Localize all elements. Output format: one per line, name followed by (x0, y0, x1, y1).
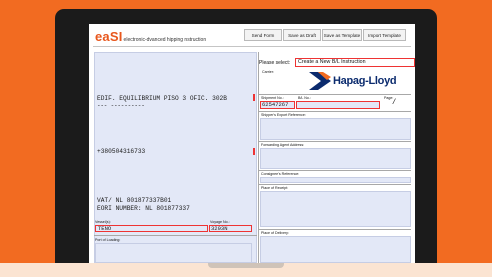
laptop-notch (208, 263, 284, 268)
carrier-name: Hapag-Lloyd (333, 75, 397, 87)
shipper-export-input[interactable] (260, 118, 411, 140)
forwarding-agent-input[interactable] (260, 148, 411, 169)
vessel-label: Vessel(s): (95, 220, 111, 224)
page-value: / (392, 99, 397, 107)
forwarding-agent-label: Forwarding Agent Address: (261, 143, 305, 147)
port-of-loading-input[interactable] (95, 243, 252, 263)
shipper-phone: +380504316733 (97, 148, 146, 155)
divider (259, 229, 411, 230)
select-label: Please select: (259, 60, 291, 66)
port-of-loading-label: Port of Loading: (95, 238, 121, 242)
hapag-lloyd-logo-icon (309, 72, 331, 90)
header-divider (93, 46, 411, 47)
bl-no-input[interactable] (296, 101, 380, 109)
divider (259, 111, 411, 112)
screen: eaSI electronic-dvanced hipping nstructi… (89, 24, 415, 263)
divider (259, 141, 411, 142)
save-template-button[interactable]: Save as Template (322, 29, 362, 41)
column-divider (258, 52, 259, 263)
save-draft-button[interactable]: Save as Draft (283, 29, 321, 41)
shipper-vat: VAT/ NL 801877337B01 (97, 197, 172, 204)
send-form-button[interactable]: Send Form (244, 29, 282, 41)
divider (94, 235, 257, 236)
divider (259, 94, 411, 95)
place-of-delivery-input[interactable] (260, 236, 411, 263)
shipment-no-input[interactable]: 62547267 (260, 101, 295, 109)
shipper-address-line2: --- ---------- (97, 102, 145, 109)
vessel-input[interactable]: TENO (95, 225, 208, 232)
voyage-input[interactable]: 3203N (209, 225, 252, 232)
required-marker (253, 148, 255, 155)
required-marker (253, 94, 255, 101)
app-logo: eaSI electronic-dvanced hipping nstructi… (95, 29, 206, 45)
shipment-no-label: Shipment No.: (261, 96, 284, 100)
divider (259, 184, 411, 185)
place-of-receipt-label: Place of Receipt: (261, 186, 289, 190)
divider (259, 170, 411, 171)
place-of-receipt-input[interactable] (260, 191, 411, 227)
shipper-eori: EORI NUMBER: NL 801877337 (97, 205, 190, 212)
instruction-select[interactable]: Create a New B/L Instruction (295, 58, 415, 67)
carrier-label: Carrier: (262, 70, 274, 74)
shipper-address-line1: EDIF. EQUILIBRIUM PISO 3 OFIC. 302B (97, 95, 227, 102)
consignee-reference-label: Consignee's Reference: (261, 172, 300, 176)
shipper-export-label: Shipper's Export Reference: (261, 113, 306, 117)
consignee-reference-input[interactable] (260, 177, 411, 183)
import-template-button[interactable]: Import Template (363, 29, 406, 41)
bl-no-label: B/L No.: (298, 96, 311, 100)
logo-title: eaSI (95, 29, 123, 44)
toolbar: Send Form Save as Draft Save as Template… (244, 29, 407, 41)
place-of-delivery-label: Place of Delivery: (261, 231, 289, 235)
logo-subtitle: electronic-dvanced hipping nstruction (123, 37, 207, 43)
voyage-label: Voyage No.: (210, 220, 230, 224)
